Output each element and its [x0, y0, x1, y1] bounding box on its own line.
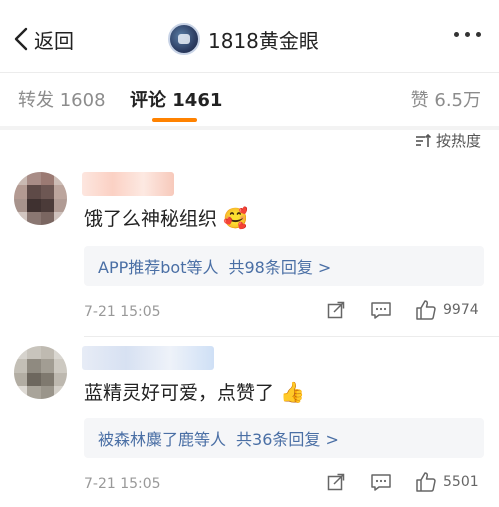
comment-timestamp: 7-21 15:05: [84, 304, 161, 320]
more-dots-icon: [454, 32, 459, 37]
reply-button[interactable]: [370, 300, 392, 320]
back-label: 返回: [34, 28, 74, 53]
reply-count: 共98条回复 >: [228, 258, 332, 277]
comment-icon: [371, 302, 391, 319]
commenter-avatar[interactable]: [14, 346, 67, 399]
share-icon: [327, 301, 345, 319]
chevron-left-icon: [14, 27, 28, 51]
commenter-name-redacted[interactable]: [82, 172, 174, 196]
replies-preview[interactable]: 被森林麋了鹿等人 共36条回复 >: [84, 418, 484, 458]
like-button[interactable]: 5501: [415, 471, 479, 493]
comment-text: 饿了么神秘组织 🥰: [84, 205, 248, 231]
account-avatar: [168, 23, 200, 55]
reply-names: 被森林麋了鹿等人: [98, 430, 227, 449]
reply-names: APP推荐bot等人: [98, 258, 219, 277]
like-button[interactable]: 9974: [415, 299, 479, 321]
thumbs-up-icon: [416, 472, 436, 492]
tab-bar: 转发 1608 评论 1461 赞 6.5万: [0, 74, 499, 126]
header-divider: [0, 72, 499, 73]
tab-comments[interactable]: 评论 1461: [130, 86, 222, 112]
like-count: 9974: [443, 302, 479, 318]
tab-likes[interactable]: 赞 6.5万: [411, 86, 481, 112]
thumbs-up-emoji-icon: 👍: [280, 379, 305, 404]
smiling-face-emoji-icon: 🥰: [223, 205, 248, 230]
reply-button[interactable]: [370, 472, 392, 492]
thumbs-up-icon: [416, 300, 436, 320]
sort-label: 按热度: [435, 132, 481, 150]
account-title[interactable]: 1818黄金眼: [168, 22, 319, 56]
sort-icon: [415, 133, 432, 147]
comment-item: 饿了么神秘组织 🥰 APP推荐bot等人 共98条回复 > 7-21 15:05: [0, 160, 499, 332]
tab-reposts[interactable]: 转发 1608: [18, 86, 106, 112]
weibo-comments-page: 返回 1818黄金眼 转发 1608 评论 1461 赞 6.5万 按热度 饿了…: [0, 0, 499, 507]
commenter-avatar[interactable]: [14, 172, 67, 225]
like-count: 5501: [443, 474, 479, 490]
comment-icon: [371, 474, 391, 491]
comment-timestamp: 7-21 15:05: [84, 476, 161, 492]
share-button[interactable]: [326, 300, 346, 320]
more-menu-button[interactable]: [454, 32, 481, 37]
top-nav-bar: 返回 1818黄金眼: [0, 0, 499, 72]
account-name: 1818黄金眼: [208, 28, 319, 53]
share-button[interactable]: [326, 472, 346, 492]
active-tab-indicator: [152, 118, 197, 122]
back-button[interactable]: 返回: [14, 24, 74, 54]
reply-count: 共36条回复 >: [236, 430, 339, 449]
commenter-name-redacted[interactable]: [82, 346, 214, 370]
share-icon: [327, 473, 345, 491]
comment-text: 蓝精灵好可爱，点赞了 👍: [84, 379, 305, 405]
comment-item: 蓝精灵好可爱，点赞了 👍 被森林麋了鹿等人 共36条回复 > 7-21 15:0…: [0, 336, 499, 507]
sort-by-hot-button[interactable]: 按热度: [414, 130, 481, 151]
replies-preview[interactable]: APP推荐bot等人 共98条回复 >: [84, 246, 484, 286]
